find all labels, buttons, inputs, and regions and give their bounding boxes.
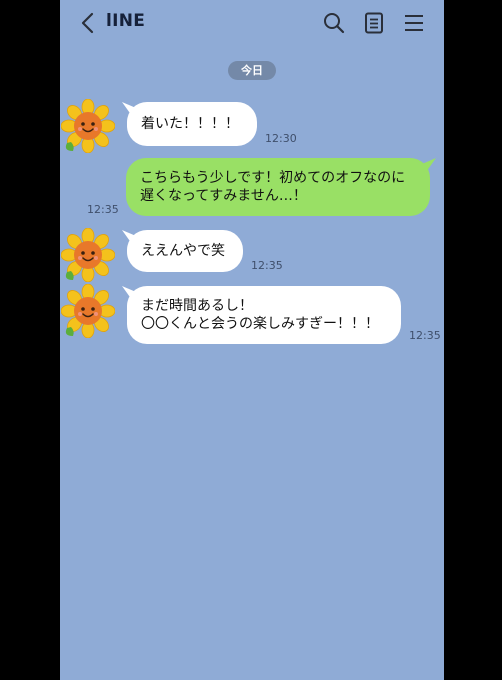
message-text: ええんやで笑 <box>141 243 225 259</box>
message-bubble-incoming[interactable]: まだ時間あるし！ 〇〇くんと会うの楽しみすぎー！！！ <box>127 286 401 344</box>
message-text-line: 遅くなってすみません…！ <box>140 188 307 204</box>
message-time: 12:35 <box>251 259 283 272</box>
chat-screen: lINE 今日 着いた！！！！ 12:30 こちらもう少しです！初めてのオフなの… <box>60 0 444 680</box>
chat-header: lINE <box>60 0 444 46</box>
message-time: 12:35 <box>87 203 119 216</box>
message-bubble-incoming[interactable]: 着いた！！！！ <box>127 102 257 146</box>
message-bubble-incoming[interactable]: ええんやで笑 <box>127 230 243 272</box>
message-text-line: こちらもう少しです！初めてのオフなのに <box>140 170 406 186</box>
sunflower-avatar[interactable] <box>61 284 115 338</box>
sunflower-avatar[interactable] <box>61 228 115 282</box>
sunflower-avatar[interactable] <box>61 99 115 153</box>
search-icon[interactable] <box>322 11 346 35</box>
message-text: 着いた！！！！ <box>141 116 239 132</box>
notes-icon[interactable] <box>362 11 386 35</box>
chat-title: lINE <box>106 11 146 31</box>
menu-icon[interactable] <box>402 11 426 35</box>
message-text-line: まだ時間あるし！ <box>141 298 253 314</box>
message-text-line: 〇〇くんと会うの楽しみすぎー！！！ <box>141 316 379 332</box>
message-time: 12:35 <box>409 329 441 342</box>
message-time: 12:30 <box>265 132 297 145</box>
date-divider: 今日 <box>228 61 276 80</box>
back-chevron-icon[interactable] <box>78 12 100 34</box>
message-bubble-outgoing[interactable]: こちらもう少しです！初めてのオフなのに 遅くなってすみません…！ <box>126 158 430 216</box>
